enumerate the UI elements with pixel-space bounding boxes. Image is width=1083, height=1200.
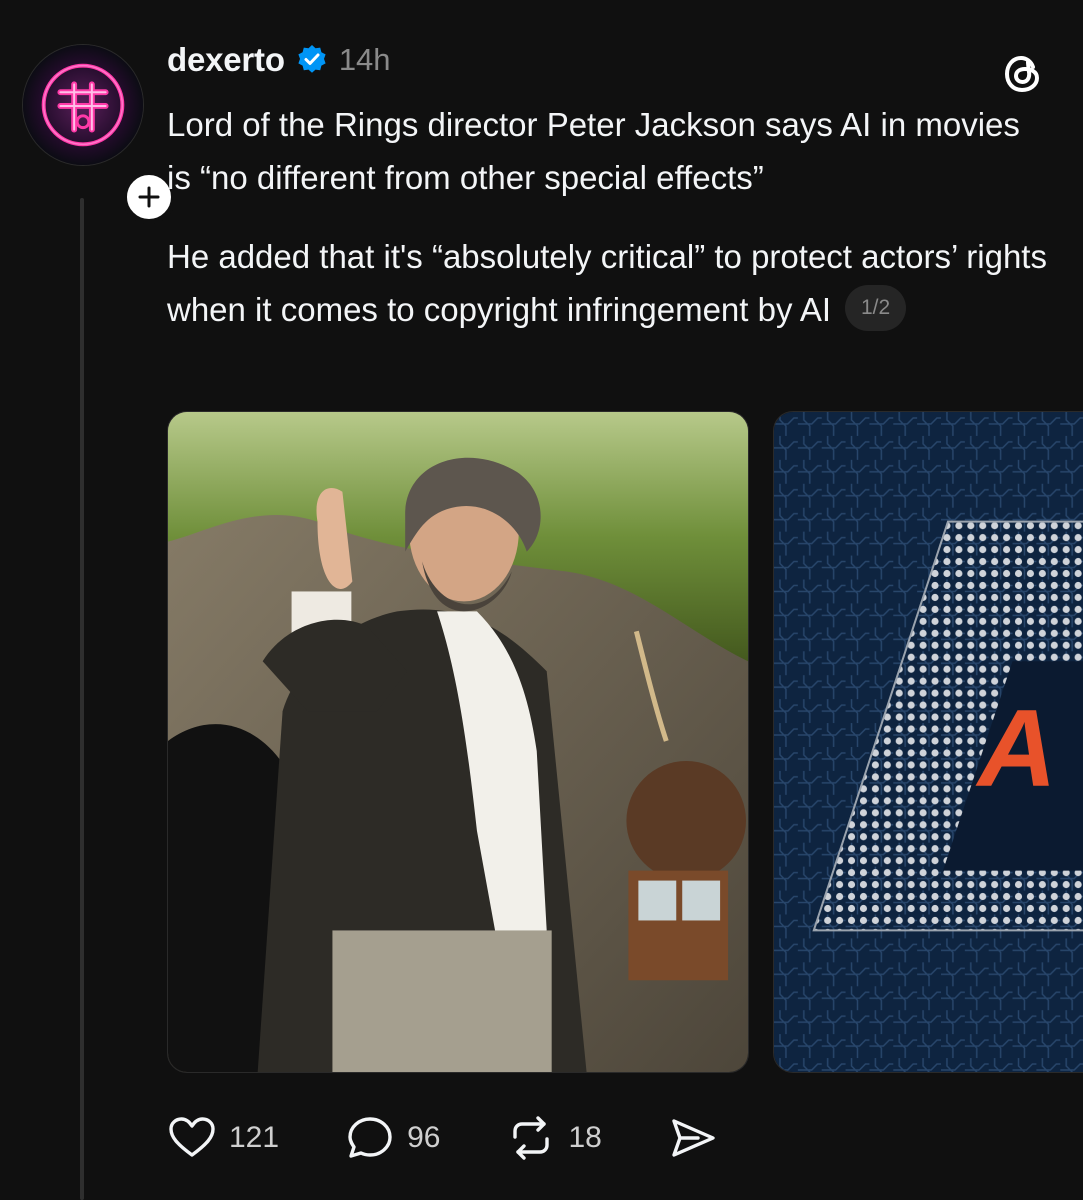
reply-button[interactable]: 96: [345, 1113, 440, 1163]
post-paragraph-2: He added that it's “absolutely critical”…: [167, 230, 1047, 336]
repost-button[interactable]: 18: [506, 1113, 602, 1163]
post-header: dexerto 14h: [167, 36, 391, 84]
send-icon: [672, 1119, 715, 1157]
like-count: 121: [229, 1121, 280, 1154]
author-username[interactable]: dexerto: [167, 41, 285, 79]
thread-connector-line: [80, 198, 84, 1200]
share-button[interactable]: [668, 1113, 718, 1163]
avatar[interactable]: [22, 44, 144, 166]
verified-badge-icon: [298, 45, 326, 73]
photo-man-waving-icon: [168, 412, 748, 1072]
comment-icon: [348, 1117, 392, 1158]
repost-count: 18: [568, 1121, 602, 1154]
thread-page-indicator: 1/2: [845, 285, 907, 332]
reply-count: 96: [407, 1121, 441, 1154]
post-paragraph-1: Lord of the Rings director Peter Jackson…: [167, 106, 1020, 196]
avatar-container[interactable]: [22, 44, 176, 224]
dexerto-logo-icon: [23, 45, 143, 165]
post-action-bar: 121 96 18: [167, 1110, 718, 1166]
post-paragraph-2-text: He added that it's “absolutely critical”…: [167, 238, 1047, 328]
media-image-2[interactable]: A: [773, 411, 1083, 1073]
threads-post-screen: dexerto 14h Lord of the Rings director P…: [0, 0, 1083, 1200]
ai-chip-image-icon: A: [774, 412, 1083, 1072]
chip-letter-a: A: [975, 688, 1057, 810]
heart-icon: [169, 1117, 215, 1157]
threads-icon[interactable]: [1000, 50, 1048, 98]
repost-icon: [513, 1116, 550, 1160]
post-timestamp: 14h: [338, 42, 391, 77]
plus-icon: [138, 186, 160, 208]
like-button[interactable]: 121: [167, 1113, 279, 1163]
media-image-1[interactable]: [167, 411, 749, 1073]
